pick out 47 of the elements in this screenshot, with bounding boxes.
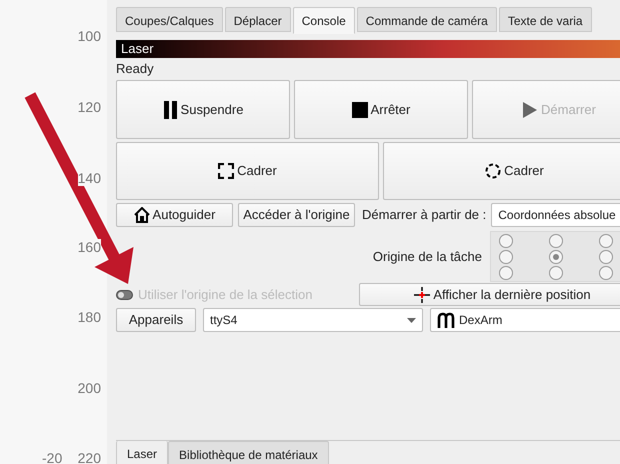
radio-button[interactable] — [499, 234, 513, 248]
tab[interactable]: Laser — [116, 441, 168, 464]
play-icon — [522, 100, 538, 120]
radio-button[interactable] — [599, 266, 613, 280]
tab[interactable]: Bibliothèque de matériaux — [168, 441, 329, 464]
frame-button[interactable]: Cadrer — [116, 142, 379, 200]
ruler-label: 200 — [78, 380, 101, 396]
radio-button[interactable] — [549, 250, 563, 264]
start-from-dropdown[interactable]: Coordonnées absolue — [491, 203, 620, 227]
dashed-circle-icon — [485, 163, 502, 179]
ruler-label: 220 — [78, 450, 101, 464]
ruler-label: -20 — [42, 450, 62, 464]
port-dropdown[interactable]: ttyS4 — [203, 308, 423, 332]
radio-button[interactable] — [499, 266, 513, 280]
arm-logo-icon — [437, 312, 455, 328]
show-last-position-button[interactable]: Afficher la dernière position — [359, 283, 620, 306]
radio-button[interactable] — [599, 234, 613, 248]
status-text: Ready — [116, 60, 155, 78]
ruler-label: 180 — [78, 309, 101, 325]
crosshair-icon — [414, 286, 430, 302]
tab[interactable]: Console — [292, 7, 355, 34]
action-button[interactable]: Arrêter — [294, 80, 468, 139]
devices-button[interactable]: Appareils — [116, 308, 196, 332]
tab[interactable]: Coupes/Calques — [116, 7, 223, 32]
frame-button[interactable]: Cadrer — [383, 142, 620, 200]
ruler-label: 120 — [78, 99, 101, 115]
go-to-origin-button[interactable]: Accéder à l'origine — [238, 203, 355, 227]
job-origin-label: Origine de la tâche — [372, 248, 483, 266]
panel-title-bar: Laser — [116, 40, 620, 58]
tab[interactable]: Déplacer — [224, 7, 291, 32]
radio-button[interactable] — [499, 250, 513, 264]
start-from-label: Démarrer à partir de : — [362, 206, 486, 224]
house-icon — [134, 207, 150, 223]
tab[interactable]: Texte de varia — [498, 7, 592, 32]
ruler-label: 100 — [78, 28, 101, 44]
pause-icon — [162, 100, 178, 120]
ruler-label: 160 — [78, 239, 101, 255]
ruler-label: 140 — [78, 170, 101, 186]
radio-button[interactable] — [599, 250, 613, 264]
device-dropdown[interactable]: DexArm — [430, 308, 620, 332]
stop-icon — [352, 100, 368, 120]
action-button[interactable]: Suspendre — [116, 80, 290, 139]
home-button[interactable]: Autoguider — [116, 203, 233, 227]
radio-button[interactable] — [549, 266, 563, 280]
tab[interactable]: Commande de caméra — [356, 7, 497, 32]
caret-icon — [407, 318, 416, 322]
radio-button[interactable] — [549, 234, 563, 248]
